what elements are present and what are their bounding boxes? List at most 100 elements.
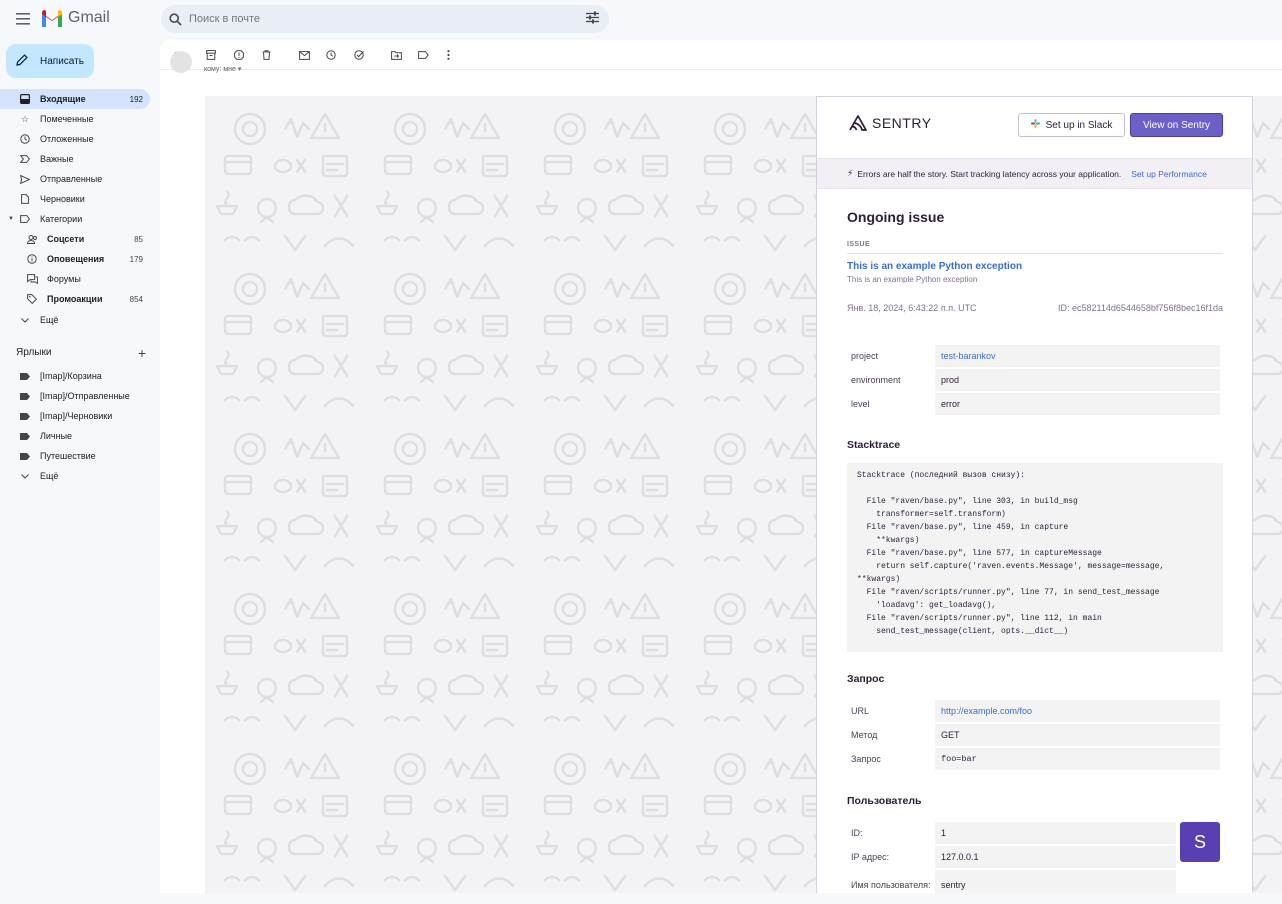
request-table: URL http://example.com/foo Метод GET Зап… (848, 700, 1220, 772)
request-url-link[interactable]: http://example.com/foo (935, 700, 1220, 722)
sentry-header: SENTRY Set up in Slack View on Sentry (817, 97, 1252, 158)
sidebar-item-social[interactable]: Соцсети 85 (0, 229, 150, 249)
compose-label: Написать (40, 55, 84, 67)
add-label-icon[interactable]: + (138, 346, 146, 360)
tag-value-link[interactable]: test-barankov (935, 345, 1220, 367)
sidebar-item-categories[interactable]: ▼ Категории (0, 209, 150, 229)
request-key: Метод (851, 730, 878, 740)
request-key: URL (851, 706, 870, 716)
more-options-icon[interactable] (440, 47, 456, 63)
request-section: Запрос (847, 673, 1223, 685)
recipient-details[interactable]: кому: мне ▾ (204, 65, 241, 73)
compose-button[interactable]: Написать (6, 44, 94, 78)
banner-text: Errors are half the story. Start trackin… (857, 168, 1122, 179)
delete-icon[interactable] (258, 47, 274, 63)
sidebar-item-label: Промоакции (47, 294, 103, 304)
labels-title: Ярлыки (16, 347, 52, 358)
request-value: foo=bar (935, 748, 1220, 770)
sidebar-item-more-labels[interactable]: Ещё (0, 466, 150, 486)
gmail-logo[interactable]: Gmail (40, 9, 110, 27)
sidebar-item-label: Ещё (40, 471, 59, 481)
sidebar-item-snoozed[interactable]: Отложенные (0, 129, 150, 149)
sender-line: кому: мне ▾ (170, 51, 241, 73)
divider (847, 253, 1223, 254)
user-row: Имя пользователя: sentry (848, 870, 1176, 893)
sidebar-item-label: Путешествие (40, 451, 96, 461)
user-table: ID: 1 IP адрес: 127.0.0.1 Имя пользовате… (848, 822, 1220, 893)
search-icon[interactable] (161, 12, 189, 26)
important-icon (18, 155, 32, 163)
snooze-icon[interactable] (323, 47, 339, 63)
request-value: GET (935, 724, 1220, 746)
main-menu-icon[interactable] (12, 8, 34, 30)
issue-heading: Ongoing issue (847, 209, 945, 225)
chevron-down-icon (18, 317, 32, 323)
issue-label: ISSUE (847, 241, 871, 248)
tag-row: environment prod (848, 369, 1220, 391)
lightning-icon: ⚡ (847, 168, 854, 178)
tag-value: prod (935, 369, 1220, 391)
label-filled-icon (18, 452, 32, 460)
stacktrace-section: Stacktrace Stacktrace (последний вызов с… (847, 439, 1223, 652)
sidebar-item-promotions[interactable]: Промоакции 854 (0, 289, 150, 309)
stacktrace-title: Stacktrace (847, 439, 901, 451)
tag-icon (25, 294, 39, 304)
sidebar-label-item[interactable]: Путешествие (0, 446, 150, 466)
performance-banner: ⚡ Errors are half the story. Start track… (817, 158, 1252, 189)
label-filled-icon (18, 372, 32, 380)
sidebar-item-forums[interactable]: Форумы (0, 269, 150, 289)
sidebar-item-inbox[interactable]: Входящие 192 (0, 89, 150, 109)
sidebar-item-label: Входящие (40, 94, 86, 104)
slack-icon (1030, 119, 1040, 131)
labels-header: Ярлыки + (16, 346, 146, 360)
issue-title-link[interactable]: This is an example Python exception (847, 261, 1223, 272)
issue-section: Ongoing issue ISSUE This is an example P… (847, 209, 1223, 313)
sidebar-item-sent[interactable]: Отправленные (0, 169, 150, 189)
sidebar-item-drafts[interactable]: Черновики (0, 189, 150, 209)
search-options-icon[interactable] (586, 11, 599, 29)
sidebar-item-label: Личные (40, 431, 73, 441)
sidebar-item-label: Помеченные (40, 114, 94, 124)
sidebar-item-label: Соцсети (47, 234, 85, 244)
page-bottom-edge (160, 893, 1282, 904)
sidebar-label-item[interactable]: [Imap]/Отправленные (0, 386, 150, 406)
archive-icon[interactable] (203, 47, 219, 63)
move-to-icon[interactable] (388, 47, 404, 63)
caret-down-icon[interactable]: ▼ (8, 216, 18, 222)
sidebar-item-important[interactable]: Важные (0, 149, 150, 169)
sentry-email-card: SENTRY Set up in Slack View on Sentry ⚡ … (816, 96, 1253, 893)
sidebar-item-label: Черновики (40, 194, 85, 204)
view-on-sentry-label: View on Sentry (1142, 119, 1211, 131)
user-avatar: S (1180, 822, 1220, 862)
sidebar-item-updates[interactable]: Оповещения 179 (0, 249, 150, 269)
add-task-icon[interactable] (351, 47, 367, 63)
stacktrace-block: Stacktrace (последний вызов снизу): File… (847, 463, 1223, 652)
view-on-sentry-button[interactable]: View on Sentry (1130, 113, 1223, 137)
sidebar-label-item[interactable]: [Imap]/Черновики (0, 406, 150, 426)
mark-unread-icon[interactable] (296, 47, 312, 63)
clock-icon (18, 134, 32, 144)
sidebar-item-more[interactable]: Ещё (0, 310, 150, 330)
labels-icon[interactable] (415, 47, 431, 63)
search-input[interactable] (189, 13, 569, 25)
event-id: ID: ec582114d6544658bf756f8bec16f1da (1058, 303, 1223, 313)
unread-count: 85 (134, 234, 143, 244)
sidebar-item-label: Отправленные (40, 174, 103, 184)
sidebar-label-item[interactable]: Личные (0, 426, 150, 446)
report-spam-icon[interactable] (231, 47, 247, 63)
request-row: Метод GET (848, 724, 1220, 746)
sidebar: Написать Входящие 192 ☆ Помеченные Отлож… (0, 40, 160, 904)
message-toolbar (160, 40, 1282, 70)
sidebar-item-label: [Imap]/Корзина (40, 371, 102, 381)
setup-slack-button[interactable]: Set up in Slack (1018, 113, 1125, 137)
search-bar[interactable] (161, 5, 609, 33)
sidebar-item-label: Ещё (40, 315, 59, 325)
tags-table: project test-barankov environment prod l… (848, 345, 1220, 417)
sentry-logo: SENTRY (848, 114, 932, 131)
draft-icon (18, 194, 32, 204)
setup-performance-link[interactable]: Set up Performance (1131, 169, 1207, 179)
sidebar-item-starred[interactable]: ☆ Помеченные (0, 109, 150, 129)
sidebar-label-item[interactable]: [Imap]/Корзина (0, 366, 150, 386)
sidebar-item-label: Важные (40, 154, 74, 164)
sidebar-item-label: Отложенные (40, 134, 94, 144)
